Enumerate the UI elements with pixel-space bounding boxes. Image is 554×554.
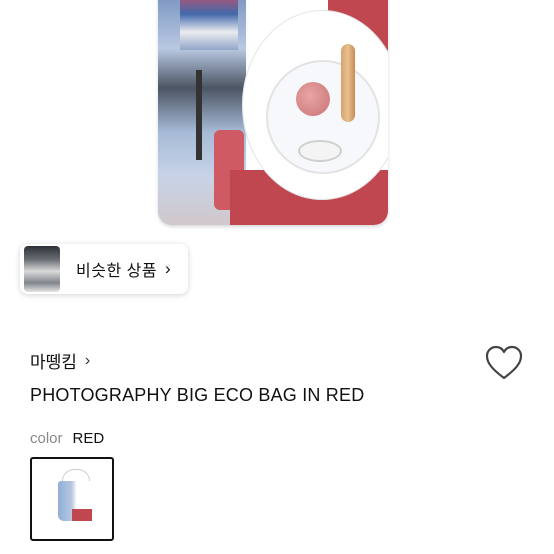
- product-title: PHOTOGRAPHY BIG ECO BAG IN RED: [30, 385, 365, 405]
- bag-print-stick: [341, 44, 355, 122]
- similar-products-thumbnail: [24, 246, 60, 292]
- product-image[interactable]: [0, 0, 554, 240]
- color-value: RED: [72, 430, 105, 447]
- heart-outline-icon: [485, 345, 523, 380]
- chevron-right-icon: ›: [165, 259, 171, 278]
- option-bag-red: [72, 509, 92, 521]
- bag-print-sign: [180, 0, 238, 50]
- color-option-red[interactable]: [30, 457, 114, 541]
- brand-link[interactable]: 마뗑킴 ›: [30, 348, 90, 373]
- tote-bag-graphic: [158, 0, 388, 225]
- chevron-right-icon: ›: [84, 351, 91, 369]
- brand-name: 마뗑킴: [30, 353, 77, 372]
- color-label: color: [30, 430, 63, 447]
- bag-print-spoon: [298, 140, 342, 162]
- similar-products-button[interactable]: 비슷한 상품 ›: [20, 244, 188, 294]
- wishlist-button[interactable]: [484, 344, 524, 382]
- bag-print-ball: [296, 82, 330, 116]
- bag-print-pole: [196, 70, 202, 160]
- similar-products-label: 비슷한 상품: [76, 263, 158, 280]
- color-selection: color RED: [30, 430, 104, 447]
- option-bag-thumbnail: [58, 481, 92, 521]
